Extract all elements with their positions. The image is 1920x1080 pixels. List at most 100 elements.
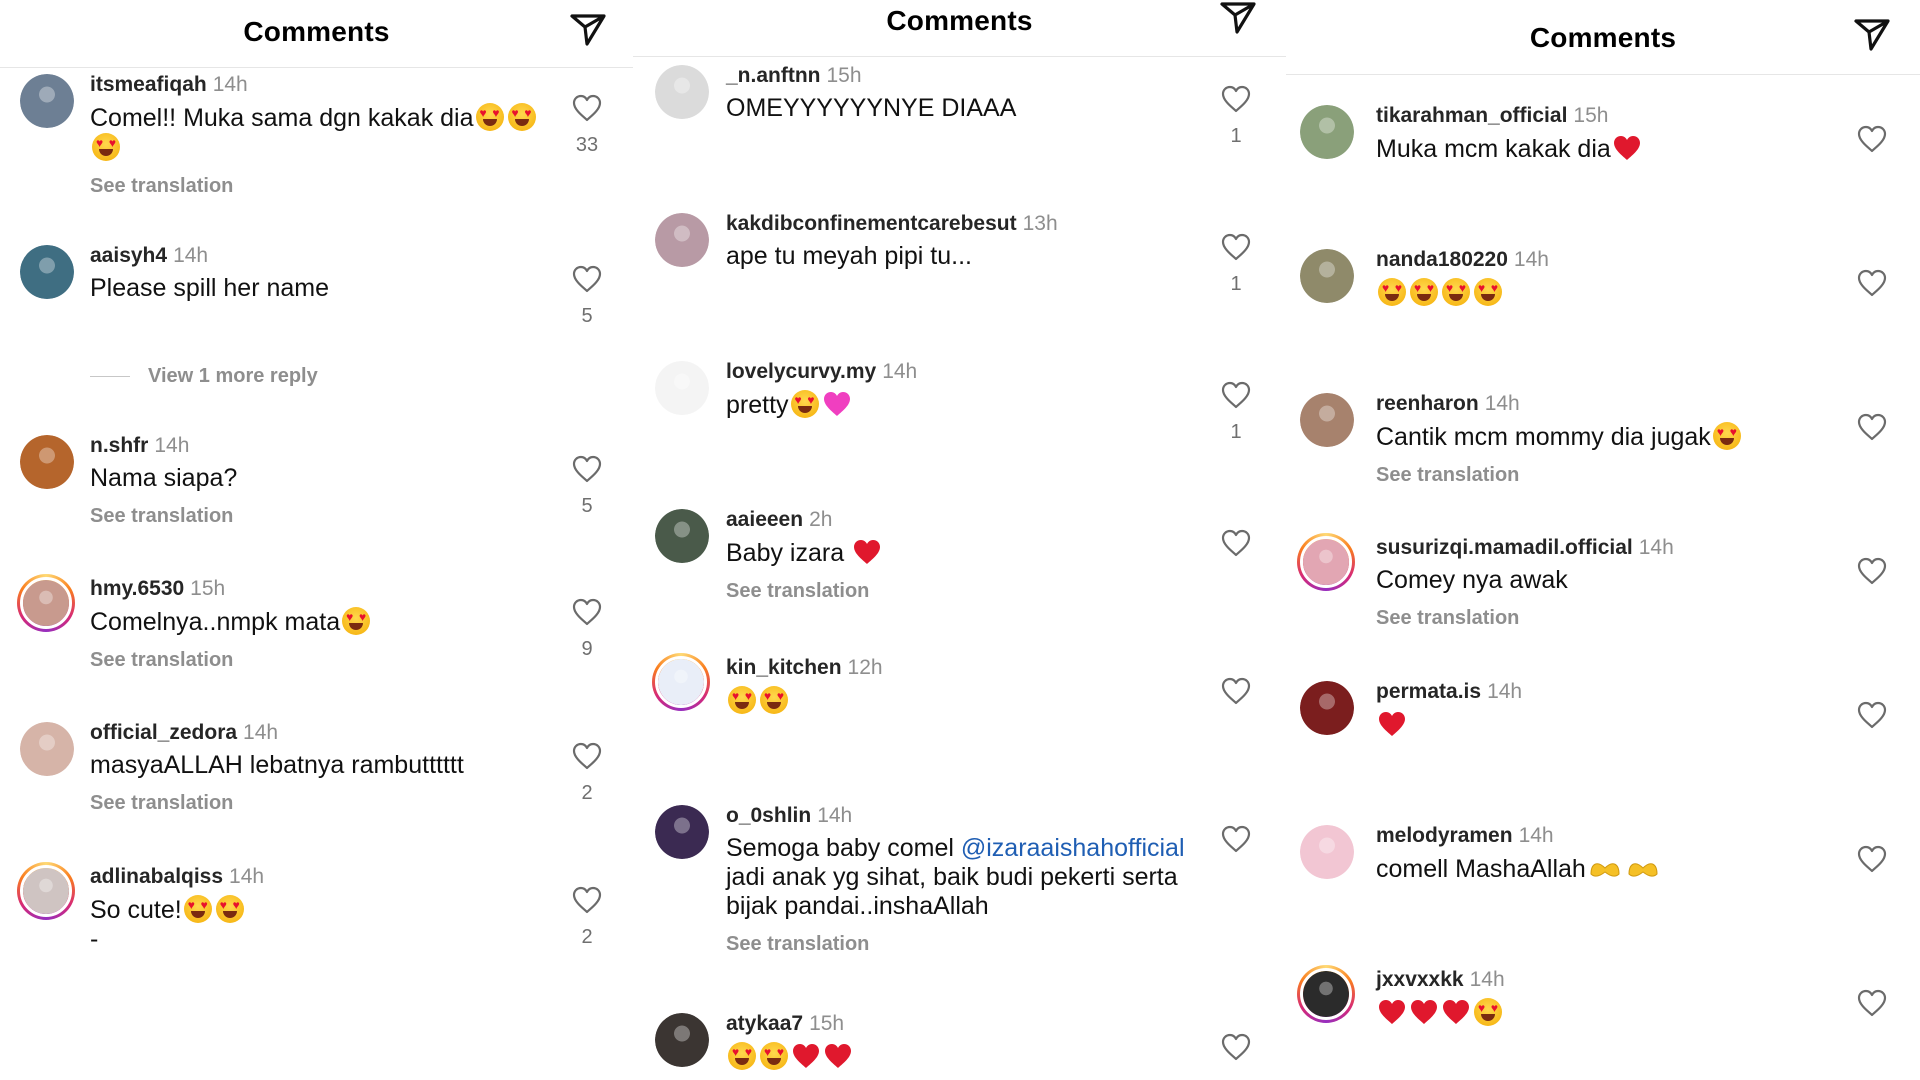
username[interactable]: permata.is xyxy=(1376,680,1481,703)
heart-icon[interactable] xyxy=(572,94,602,122)
avatar[interactable] xyxy=(1300,825,1354,879)
username[interactable]: _n.anftnn xyxy=(726,64,821,87)
avatar[interactable] xyxy=(655,805,709,859)
red-heart-emoji-icon xyxy=(792,1042,820,1070)
username[interactable]: kakdibconfinementcarebesut xyxy=(726,212,1017,235)
username[interactable]: n.shfr xyxy=(90,434,148,457)
comment-meta: hmy.6530 15h xyxy=(90,576,540,602)
send-icon[interactable] xyxy=(1218,0,1258,38)
comment-body: tikarahman_official 15h Muka mcm kakak dia xyxy=(1376,103,1846,164)
comment-text-content: Comelnya..nmpk mata xyxy=(90,608,341,636)
heart-icon[interactable] xyxy=(572,886,602,914)
comment-text-content: Nama siapa? xyxy=(90,464,238,492)
see-translation-link[interactable]: See translation xyxy=(90,175,233,198)
avatar[interactable] xyxy=(1297,533,1355,591)
see-translation-link[interactable]: See translation xyxy=(90,505,233,528)
comment-body: lovelycurvy.my 14h pretty xyxy=(726,359,1206,420)
see-translation-link[interactable]: See translation xyxy=(90,649,233,672)
comment-body: aaisyh4 14h Please spill her name xyxy=(90,243,540,303)
comment-meta: n.shfr 14h xyxy=(90,433,540,459)
view-more-label: View 1 more reply xyxy=(148,365,318,387)
comment-meta: kin_kitchen 12h xyxy=(726,655,1206,681)
avatar[interactable] xyxy=(652,653,710,711)
timestamp: 14h xyxy=(1518,824,1554,847)
send-icon[interactable] xyxy=(1852,15,1892,55)
see-translation-link[interactable]: See translation xyxy=(90,792,233,815)
username[interactable]: official_zedora xyxy=(90,721,237,744)
username[interactable]: aaisyh4 xyxy=(90,244,167,267)
heart-icon[interactable] xyxy=(572,598,602,626)
comments-header: Comments xyxy=(633,0,1286,57)
see-translation-link[interactable]: See translation xyxy=(726,580,869,603)
avatar[interactable] xyxy=(1300,249,1354,303)
comment-text-content: So cute! xyxy=(90,896,182,924)
heart-eyes-emoji-icon xyxy=(1712,422,1741,450)
username[interactable]: melodyramen xyxy=(1376,824,1513,847)
avatar[interactable] xyxy=(655,1013,709,1067)
avatar[interactable] xyxy=(1300,681,1354,735)
avatar[interactable] xyxy=(655,65,709,119)
heart-icon[interactable] xyxy=(1857,269,1887,297)
avatar[interactable] xyxy=(20,245,74,299)
heart-icon[interactable] xyxy=(1857,701,1887,729)
username[interactable]: reenharon xyxy=(1376,392,1479,415)
see-translation-link[interactable]: See translation xyxy=(1376,607,1519,630)
username[interactable]: jxxvxxkk xyxy=(1376,968,1464,991)
heart-icon[interactable] xyxy=(1857,125,1887,153)
heart-icon[interactable] xyxy=(1221,233,1251,261)
avatar[interactable] xyxy=(20,435,74,489)
see-translation-link[interactable]: See translation xyxy=(1376,464,1519,487)
comment-body: kakdibconfinementcarebesut 13h ape tu meya… xyxy=(726,211,1206,271)
comment-body: hmy.6530 15h Comelnya..nmpk mata See transl… xyxy=(90,576,540,672)
avatar[interactable] xyxy=(655,213,709,267)
avatar[interactable] xyxy=(655,361,709,415)
avatar-image xyxy=(1300,393,1354,447)
heart-icon[interactable] xyxy=(1221,1033,1251,1061)
timestamp: 13h xyxy=(1022,212,1058,235)
avatar[interactable] xyxy=(17,574,75,632)
username[interactable]: itsmeafiqah xyxy=(90,73,207,96)
avatar[interactable] xyxy=(1300,105,1354,159)
heart-icon[interactable] xyxy=(1857,989,1887,1017)
avatar-image xyxy=(20,435,74,489)
timestamp: 14h xyxy=(173,244,209,267)
heart-icon[interactable] xyxy=(1221,825,1251,853)
avatar[interactable] xyxy=(1297,965,1355,1023)
username[interactable]: hmy.6530 xyxy=(90,577,184,600)
send-icon[interactable] xyxy=(568,10,608,50)
timestamp: 15h xyxy=(809,1012,845,1035)
username[interactable]: lovelycurvy.my xyxy=(726,360,876,383)
heart-icon[interactable] xyxy=(1221,381,1251,409)
comment-text-content: Cantik mcm mommy dia jugak xyxy=(1376,423,1711,451)
heart-icon[interactable] xyxy=(1857,845,1887,873)
comment-meta: aaieeen 2h xyxy=(726,507,1206,533)
username[interactable]: kin_kitchen xyxy=(726,656,842,679)
see-translation-link[interactable]: See translation xyxy=(726,933,869,956)
heart-eyes-emoji-icon xyxy=(728,686,756,714)
heart-icon[interactable] xyxy=(1221,85,1251,113)
avatar[interactable] xyxy=(1300,393,1354,447)
mention-link[interactable]: @izaraaishahofficial xyxy=(961,834,1185,862)
username[interactable]: adlinabalqiss xyxy=(90,865,223,888)
heart-icon[interactable] xyxy=(1857,413,1887,441)
avatar[interactable] xyxy=(20,722,74,776)
avatar[interactable] xyxy=(20,74,74,128)
username[interactable]: susurizqi.mamadil.official xyxy=(1376,536,1633,559)
timestamp: 15h xyxy=(826,64,862,87)
comment-text: Comey nya awak xyxy=(1376,566,1846,595)
heart-icon[interactable] xyxy=(1221,529,1251,557)
heart-icon[interactable] xyxy=(572,265,602,293)
username[interactable]: aaieeen xyxy=(726,508,803,531)
heart-icon[interactable] xyxy=(1857,557,1887,585)
view-more-replies[interactable]: View 1 more reply xyxy=(90,365,318,388)
username[interactable]: o_0shlin xyxy=(726,804,811,827)
avatar[interactable] xyxy=(17,862,75,920)
username[interactable]: atykaa7 xyxy=(726,1012,803,1035)
heart-icon[interactable] xyxy=(572,455,602,483)
heart-icon[interactable] xyxy=(572,742,602,770)
heart-icon[interactable] xyxy=(1221,677,1251,705)
avatar[interactable] xyxy=(655,509,709,563)
red-heart-emoji-icon xyxy=(1442,998,1470,1026)
username[interactable]: tikarahman_official xyxy=(1376,104,1567,127)
username[interactable]: nanda180220 xyxy=(1376,248,1508,271)
